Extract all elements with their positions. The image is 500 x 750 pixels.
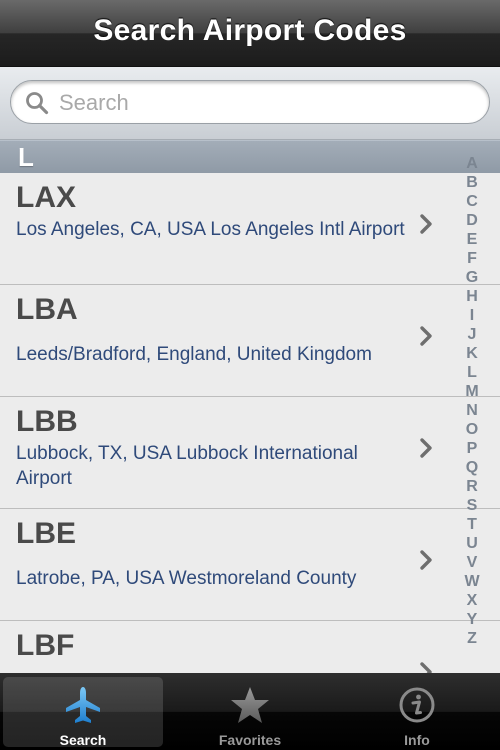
index-letter[interactable]: U (458, 534, 486, 553)
index-letter[interactable]: W (458, 572, 486, 591)
index-letter[interactable]: Z (458, 629, 486, 648)
airport-description: Leeds/Bradford, England, United Kingdom (16, 344, 372, 365)
chevron-right-icon (420, 662, 432, 673)
index-letter[interactable]: D (458, 211, 486, 230)
airport-description: Los Angeles, CA, USA Los Angeles Intl Ai… (16, 219, 405, 240)
index-letter[interactable]: M (458, 382, 486, 401)
airport-code: LBF (16, 629, 75, 662)
index-letter[interactable]: E (458, 230, 486, 249)
index-letter[interactable]: Q (458, 458, 486, 477)
tab-bar: Search Favorites Info (0, 673, 500, 750)
navigation-bar: Search Airport Codes (0, 0, 500, 67)
list-item[interactable]: LBA Leeds/Bradford, England, United King… (0, 285, 500, 397)
index-letter[interactable]: B (458, 173, 486, 192)
index-letter[interactable]: S (458, 496, 486, 515)
index-letter[interactable]: Y (458, 610, 486, 629)
index-letter[interactable]: J (458, 325, 486, 344)
index-letter[interactable]: R (458, 477, 486, 496)
list-item[interactable]: LBF (0, 621, 500, 673)
tab-label: Search (59, 732, 107, 748)
airport-code: LBA (16, 293, 78, 326)
chevron-right-icon (420, 326, 432, 346)
airport-code: LBB (16, 405, 78, 438)
index-letter[interactable]: X (458, 591, 486, 610)
list-item[interactable]: LBB Lubbock, TX, USA Lubbock Internation… (0, 397, 500, 509)
tab-label: Favorites (218, 732, 282, 748)
search-input[interactable] (57, 86, 471, 120)
index-letter[interactable]: V (458, 553, 486, 572)
index-letter[interactable]: H (458, 287, 486, 306)
airport-code: LBE (16, 517, 76, 550)
index-letter[interactable]: P (458, 439, 486, 458)
info-icon (399, 687, 435, 723)
tab-label: Info (404, 732, 430, 748)
search-icon (26, 92, 49, 115)
airport-description: Latrobe, PA, USA Westmoreland County (16, 568, 357, 589)
tab-favorites[interactable]: Favorites (167, 673, 333, 750)
index-letter[interactable]: G (458, 268, 486, 287)
airport-code: LAX (16, 181, 76, 214)
list-item[interactable]: LBE Latrobe, PA, USA Westmoreland County (0, 509, 500, 621)
section-header-letter: L (18, 142, 34, 172)
index-letter[interactable]: I (458, 306, 486, 325)
airport-list[interactable]: LAX Los Angeles, CA, USA Los Angeles Int… (0, 173, 500, 673)
section-header: L (0, 140, 500, 174)
index-letter[interactable]: A (458, 154, 486, 173)
index-letter[interactable]: F (458, 249, 486, 268)
index-letter[interactable]: C (458, 192, 486, 211)
tab-info[interactable]: Info (334, 673, 500, 750)
index-letter[interactable]: K (458, 344, 486, 363)
list-item[interactable]: LAX Los Angeles, CA, USA Los Angeles Int… (0, 173, 500, 285)
page-title: Search Airport Codes (93, 14, 407, 47)
chevron-right-icon (420, 214, 432, 234)
index-letter[interactable]: T (458, 515, 486, 534)
airport-description: Lubbock, TX, USA Lubbock International A… (16, 443, 358, 489)
index-letter[interactable]: O (458, 420, 486, 439)
index-letter[interactable]: N (458, 401, 486, 420)
chevron-right-icon (420, 550, 432, 570)
airplane-icon (66, 687, 100, 723)
search-field[interactable] (10, 80, 490, 124)
search-bar (0, 67, 500, 140)
section-index[interactable]: ABCDEFGHIJKLMNOPQRSTUVWXYZ (458, 154, 486, 654)
tab-search[interactable]: Search (0, 673, 166, 750)
index-letter[interactable]: L (458, 363, 486, 382)
star-icon (231, 687, 269, 723)
chevron-right-icon (420, 438, 432, 458)
